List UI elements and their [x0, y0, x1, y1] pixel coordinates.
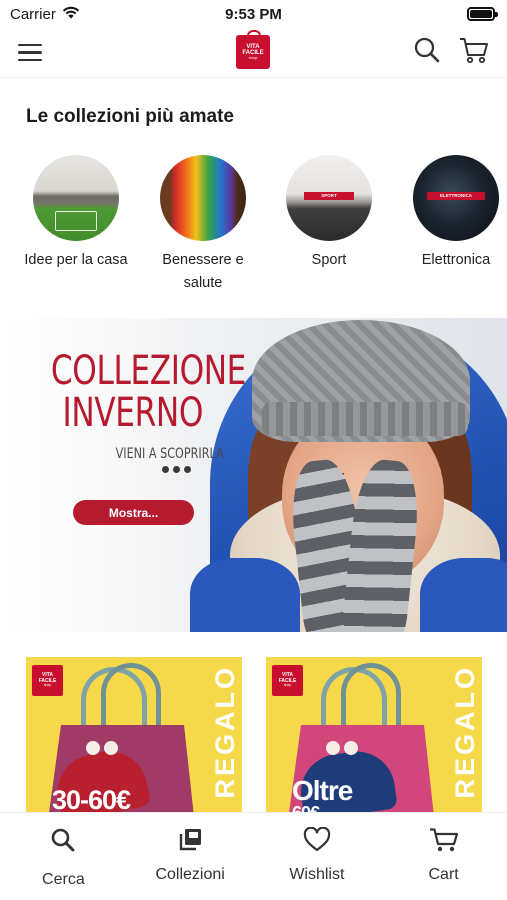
status-left: Carrier — [10, 6, 80, 23]
bag-handle — [101, 663, 161, 733]
promo-vertical-text: E REGALO — [450, 665, 480, 817]
logo-line-3: shop — [43, 682, 52, 687]
banner-dots — [162, 466, 191, 473]
header-actions — [413, 36, 489, 69]
collections-icon — [177, 827, 203, 858]
collection-tag: SPORT — [321, 193, 337, 198]
tab-label: Cerca — [42, 871, 85, 888]
collection-label: Sport — [311, 252, 347, 268]
bottom-tab-bar: Cerca Collezioni Wishlist Cart — [0, 812, 507, 900]
tab-label: Collezioni — [155, 866, 225, 883]
winter-collection-banner[interactable]: COLLEZIONE INVERNO VIENI A SCOPRIRLA Mos… — [0, 318, 507, 632]
app-header: VITA FACILE shop — [0, 28, 507, 78]
collection-label: Elettronica — [421, 252, 491, 268]
collection-image[interactable] — [160, 155, 246, 241]
logo-line-3: shop — [248, 55, 258, 61]
tab-label: Cart — [428, 866, 459, 883]
tab-cerca[interactable]: Cerca — [0, 813, 127, 900]
banner-photo-hat-band — [262, 402, 468, 436]
banner-photo-sleeve — [190, 558, 300, 632]
collections-carousel[interactable]: Idee per la casa Benessere e salute SPOR… — [0, 155, 507, 305]
cart-icon[interactable] — [459, 36, 489, 69]
search-icon — [50, 827, 76, 858]
heart-icon — [303, 826, 331, 858]
banner-show-button[interactable]: Mostra... — [73, 500, 194, 525]
promo-logo: VITA FACILE shop — [272, 665, 303, 696]
promo-vertical-text: E REGALO — [210, 665, 240, 817]
collection-tag: ELETTRONICA — [440, 193, 472, 198]
search-icon[interactable] — [413, 36, 441, 69]
tab-wishlist[interactable]: Wishlist — [254, 813, 381, 900]
banner-title-line-2: INVERNO — [62, 390, 204, 436]
app-logo[interactable]: VITA FACILE shop — [236, 30, 270, 69]
collection-label: Idee per la casa — [24, 252, 128, 268]
collection-elettronica[interactable]: ELETTRONICA Elettronica — [401, 155, 507, 272]
promo-card-30-60[interactable]: VITA FACILE shop 30-60€ E REGALO — [26, 657, 242, 817]
collections-title: Le collezioni più amate — [26, 106, 234, 127]
bag-decoration — [326, 741, 362, 755]
tab-cart[interactable]: Cart — [380, 813, 507, 900]
banner-title-line-1: COLLEZIONE — [50, 348, 247, 394]
collection-label: Benessere e salute — [162, 252, 244, 291]
bag-decoration — [86, 741, 122, 755]
banner-subtitle: VIENI A SCOPRIRLA — [115, 446, 224, 462]
collection-image[interactable]: SPORT — [286, 155, 372, 241]
status-bar: Carrier 9:53 PM — [0, 0, 507, 28]
collection-image[interactable]: ELETTRONICA — [413, 155, 499, 241]
banner-title: COLLEZIONE INVERNO — [51, 350, 246, 436]
collection-sport[interactable]: SPORT Sport — [274, 155, 384, 272]
collection-idee-casa[interactable]: Idee per la casa — [21, 155, 131, 272]
battery-icon — [467, 7, 498, 21]
promo-cards: VITA FACILE shop 30-60€ E REGALO VITA FA… — [0, 657, 507, 817]
tab-collezioni[interactable]: Collezioni — [127, 813, 254, 900]
tab-label: Wishlist — [289, 866, 345, 883]
wifi-icon — [62, 6, 80, 23]
logo-line-3: shop — [283, 682, 292, 687]
collection-benessere[interactable]: Benessere e salute — [148, 155, 258, 295]
cart-icon — [429, 827, 459, 858]
banner-photo-sleeve — [420, 558, 507, 632]
promo-logo: VITA FACILE shop — [32, 665, 63, 696]
collection-image[interactable] — [33, 155, 119, 241]
promo-card-oltre-60[interactable]: VITA FACILE shop Oltre 60€ E REGALO — [266, 657, 482, 817]
menu-icon[interactable] — [18, 43, 42, 62]
carrier-label: Carrier — [10, 5, 56, 23]
bag-handle — [341, 663, 401, 733]
